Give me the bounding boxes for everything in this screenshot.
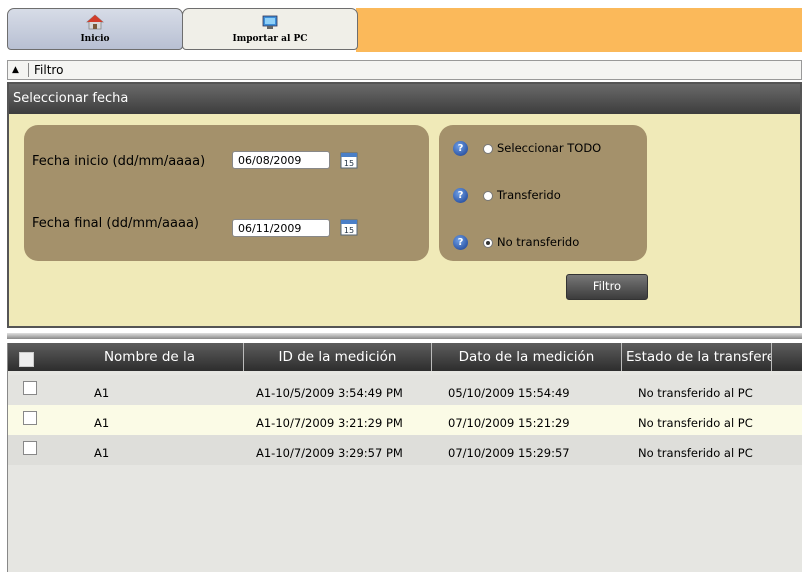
filter-bar-separator	[28, 63, 29, 77]
tab-importar-al-pc[interactable]: Importar al PC	[182, 8, 358, 50]
row-checkbox[interactable]	[23, 441, 37, 455]
collapse-arrow-icon[interactable]: ▲	[12, 61, 19, 79]
select-all-checkbox[interactable]	[19, 352, 34, 367]
table-row[interactable]: A1 A1-10/5/2009 3:54:49 PM 05/10/2009 15…	[8, 375, 802, 405]
tab-importar-al-pc-label: Importar al PC	[232, 34, 308, 44]
date-range-box: Fecha inicio (dd/mm/aaaa) 06/08/2009 15 …	[24, 125, 429, 261]
filter-button[interactable]: Filtro	[566, 274, 648, 300]
table-row[interactable]: A1 A1-10/7/2009 3:21:29 PM 07/10/2009 15…	[8, 405, 802, 435]
column-header-status[interactable]: Estado de la transferer	[622, 343, 772, 371]
radio-not-transferred-label: No transferido	[497, 235, 580, 249]
cell-date: 07/10/2009 15:21:29	[448, 416, 570, 430]
calendar-day: 15	[344, 159, 354, 168]
top-toolbar: Inicio Importar al PC	[0, 0, 802, 56]
row-checkbox[interactable]	[23, 411, 37, 425]
column-header-id[interactable]: ID de la medición	[244, 343, 432, 371]
start-date-input[interactable]: 06/08/2009	[232, 151, 330, 169]
calendar-icon[interactable]: 15	[340, 219, 358, 236]
cell-config: A1	[94, 386, 110, 400]
help-icon[interactable]: ?	[453, 141, 468, 156]
column-header-config[interactable]: Nombre de la configuración	[56, 343, 244, 393]
date-panel-title: Seleccionar fecha	[9, 84, 800, 114]
cell-status: No transferido al PC	[638, 386, 753, 400]
splitter[interactable]	[7, 333, 802, 339]
radio-select-all[interactable]	[483, 144, 493, 154]
toolbar-background	[356, 8, 802, 52]
cell-id: A1-10/7/2009 3:21:29 PM	[256, 416, 403, 430]
help-icon[interactable]: ?	[453, 235, 468, 250]
help-icon[interactable]: ?	[453, 188, 468, 203]
table-header: Nombre de la configuración ID de la medi…	[8, 343, 802, 393]
cell-config: A1	[94, 446, 110, 460]
radio-transferred-label: Transferido	[497, 188, 561, 202]
filter-toggle-label: Filtro	[34, 63, 64, 77]
cell-date: 07/10/2009 15:29:57	[448, 446, 570, 460]
home-icon	[85, 14, 105, 33]
radio-transferred[interactable]	[483, 191, 493, 201]
cell-date: 05/10/2009 15:54:49	[448, 386, 570, 400]
end-date-input[interactable]: 06/11/2009	[232, 219, 330, 237]
cell-status: No transferido al PC	[638, 416, 753, 430]
radio-not-transferred[interactable]	[483, 238, 493, 248]
import-pc-icon	[261, 14, 279, 33]
transfer-status-box: ? Seleccionar TODO ? Transferido ? No tr…	[439, 125, 647, 261]
calendar-day: 15	[344, 226, 354, 235]
row-checkbox[interactable]	[23, 381, 37, 395]
date-filter-panel: Seleccionar fecha Fecha inicio (dd/mm/aa…	[7, 82, 802, 328]
column-header-date[interactable]: Dato de la medición	[432, 343, 622, 371]
tab-inicio-label: Inicio	[80, 34, 110, 44]
cell-config: A1	[94, 416, 110, 430]
measurements-table: Nombre de la configuración ID de la medi…	[7, 343, 802, 572]
calendar-icon[interactable]: 15	[340, 152, 358, 169]
end-date-label: Fecha final (dd/mm/aaaa)	[32, 216, 199, 231]
start-date-label: Fecha inicio (dd/mm/aaaa)	[32, 154, 206, 169]
cell-id: A1-10/5/2009 3:54:49 PM	[256, 386, 403, 400]
tab-inicio[interactable]: Inicio	[7, 8, 183, 50]
radio-select-all-label: Seleccionar TODO	[497, 141, 602, 155]
table-row[interactable]: A1 A1-10/7/2009 3:29:57 PM 07/10/2009 15…	[8, 435, 802, 465]
cell-status: No transferido al PC	[638, 446, 753, 460]
cell-id: A1-10/7/2009 3:29:57 PM	[256, 446, 403, 460]
filter-toggle-bar[interactable]: ▲ Filtro	[7, 60, 802, 80]
